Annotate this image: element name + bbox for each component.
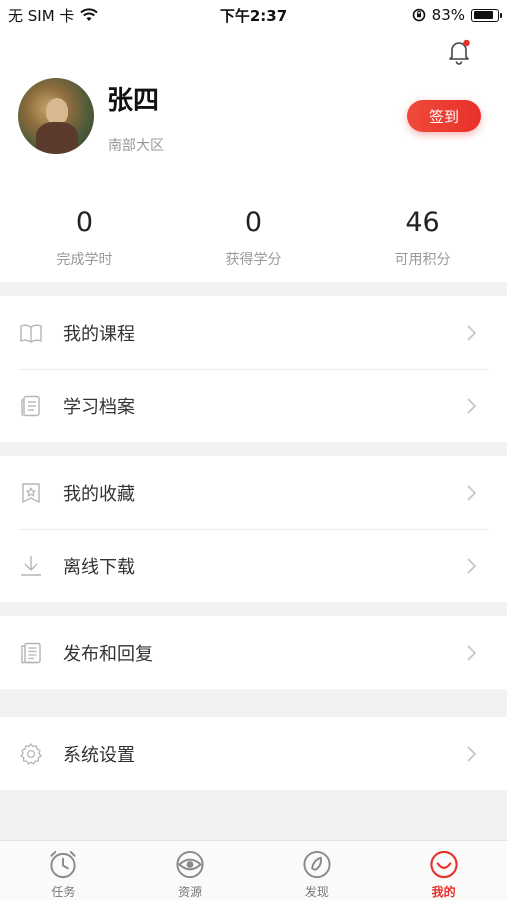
notes-icon — [21, 642, 41, 663]
menu-item-label: 我的收藏 — [63, 483, 135, 505]
bottom-tab-bar: 任务 资源 发现 我的 — [0, 840, 507, 900]
tab-discover[interactable]: 发现 — [254, 841, 381, 900]
tab-resources[interactable]: 资源 — [127, 841, 254, 900]
carrier-label: 无 SIM 卡 — [8, 6, 75, 25]
stats-row: 0 完成学时 0 获得学分 46 可用积分 — [0, 205, 507, 269]
menu-item-label: 学习档案 — [63, 396, 135, 418]
clock-icon — [50, 850, 76, 879]
tab-label: 资源 — [178, 885, 203, 899]
download-icon — [21, 555, 41, 576]
battery-icon — [471, 8, 502, 22]
notification-dot — [463, 39, 470, 47]
chevron-right-icon — [467, 745, 477, 762]
battery-percent: 83% — [431, 6, 465, 24]
gear-icon — [20, 742, 42, 765]
menu-item-system-settings[interactable]: 系统设置 — [0, 717, 507, 790]
stat-value: 0 — [75, 207, 94, 238]
stat-value: 0 — [244, 207, 263, 238]
menu-item-label: 离线下载 — [63, 556, 135, 578]
wifi-icon — [80, 8, 99, 21]
compass-icon — [303, 850, 331, 879]
clock-time: 下午2:37 — [219, 6, 288, 25]
stat-label: 获得学分 — [225, 252, 282, 268]
smile-icon — [429, 850, 458, 879]
eye-disc-icon — [176, 850, 204, 879]
tab-tasks[interactable]: 任务 — [0, 841, 127, 900]
stat-points[interactable]: 46 可用积分 — [338, 205, 507, 269]
chevron-right-icon — [467, 644, 477, 661]
tab-label: 我的 — [431, 885, 456, 899]
document-icon — [21, 395, 40, 416]
orientation-lock-icon — [412, 8, 425, 22]
menu-item-my-courses[interactable]: 我的课程 — [0, 296, 507, 369]
user-name: 张四 — [107, 86, 160, 116]
menu-group-posts: 发布和回复 — [0, 616, 507, 689]
status-bar: 无 SIM 卡 下午2:37 83% — [0, 0, 507, 30]
tab-label: 任务 — [51, 885, 76, 899]
tab-label: 发现 — [304, 885, 329, 899]
menu-item-study-records[interactable]: 学习档案 — [0, 369, 507, 442]
chevron-right-icon — [467, 397, 477, 414]
stat-label: 可用积分 — [394, 252, 451, 268]
stat-credits[interactable]: 0 获得学分 — [169, 205, 338, 269]
menu-item-favorites[interactable]: 我的收藏 — [0, 456, 507, 529]
user-region: 南部大区 — [108, 138, 164, 154]
battery-level — [473, 11, 493, 19]
stat-study-hours[interactable]: 0 完成学时 — [0, 205, 169, 269]
menu-group-learning: 我的课程 学习档案 — [0, 296, 507, 442]
menu-item-posts-replies[interactable]: 发布和回复 — [0, 616, 507, 689]
menu-group-settings: 系统设置 — [0, 717, 507, 790]
menu-item-label: 系统设置 — [63, 744, 135, 766]
menu-item-label: 发布和回复 — [63, 643, 153, 665]
menu-item-offline-downloads[interactable]: 离线下载 — [0, 529, 507, 602]
menu-item-label: 我的课程 — [63, 323, 135, 345]
stat-label: 完成学时 — [56, 252, 113, 268]
chevron-right-icon — [467, 557, 477, 574]
menu-group-saved: 我的收藏 离线下载 — [0, 456, 507, 602]
star-bookmark-icon — [22, 482, 40, 503]
checkin-button[interactable]: 签到 — [407, 100, 481, 132]
stat-value: 46 — [405, 207, 440, 238]
book-icon — [20, 324, 42, 343]
profile-header: 张四 南部大区 签到 0 完成学时 0 获得学分 46 可用积分 — [0, 30, 507, 282]
tab-me[interactable]: 我的 — [380, 841, 507, 900]
bell-icon[interactable] — [446, 38, 472, 66]
chevron-right-icon — [467, 484, 477, 501]
chevron-right-icon — [467, 324, 477, 341]
avatar[interactable] — [18, 78, 94, 154]
